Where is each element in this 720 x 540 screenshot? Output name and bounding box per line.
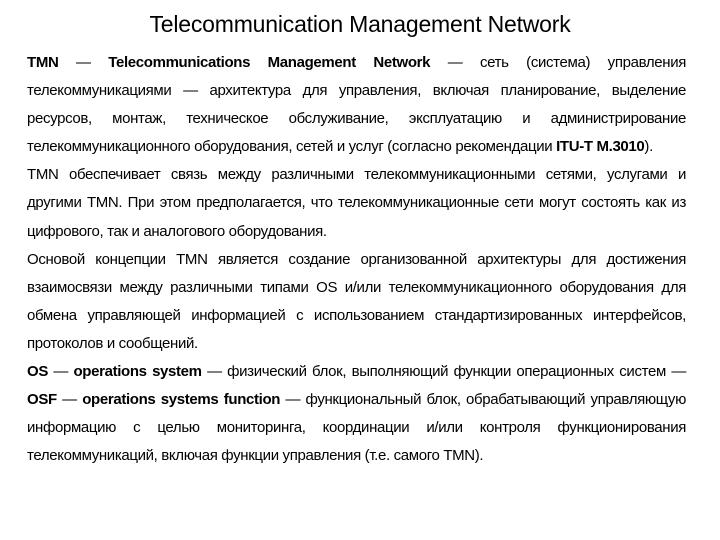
term-osf: OSF [27, 391, 57, 409]
paragraph-tmn-concept: Основой концепции TMN является создание … [27, 250, 686, 352]
paragraph-tmn-connectivity: TMN обеспечивает связь между различными … [27, 166, 686, 240]
definition-end: ). [644, 138, 653, 156]
term-os-full: operations system [73, 363, 202, 381]
dash: — [56, 391, 83, 409]
os-definition-text: — физический блок, выполняющий функции о… [201, 363, 686, 381]
dash: — [47, 363, 74, 381]
paragraph-os-osf: OS — operations system — физический блок… [27, 358, 686, 470]
term-tmn: TMN [27, 54, 59, 71]
dash: — [58, 54, 109, 71]
paragraph-tmn-definition: TMN — Telecommunications Management Netw… [27, 49, 686, 161]
reference-itu: ITU-T M.3010 [556, 138, 645, 156]
slide-title: Telecommunication Management Network [149, 11, 571, 37]
slide-body: TMN — Telecommunications Management Netw… [27, 49, 686, 470]
term-osf-full: operations systems function [82, 391, 281, 409]
term-tmn-full: Telecommunications Management Network [108, 54, 431, 71]
term-os: OS [27, 363, 48, 381]
